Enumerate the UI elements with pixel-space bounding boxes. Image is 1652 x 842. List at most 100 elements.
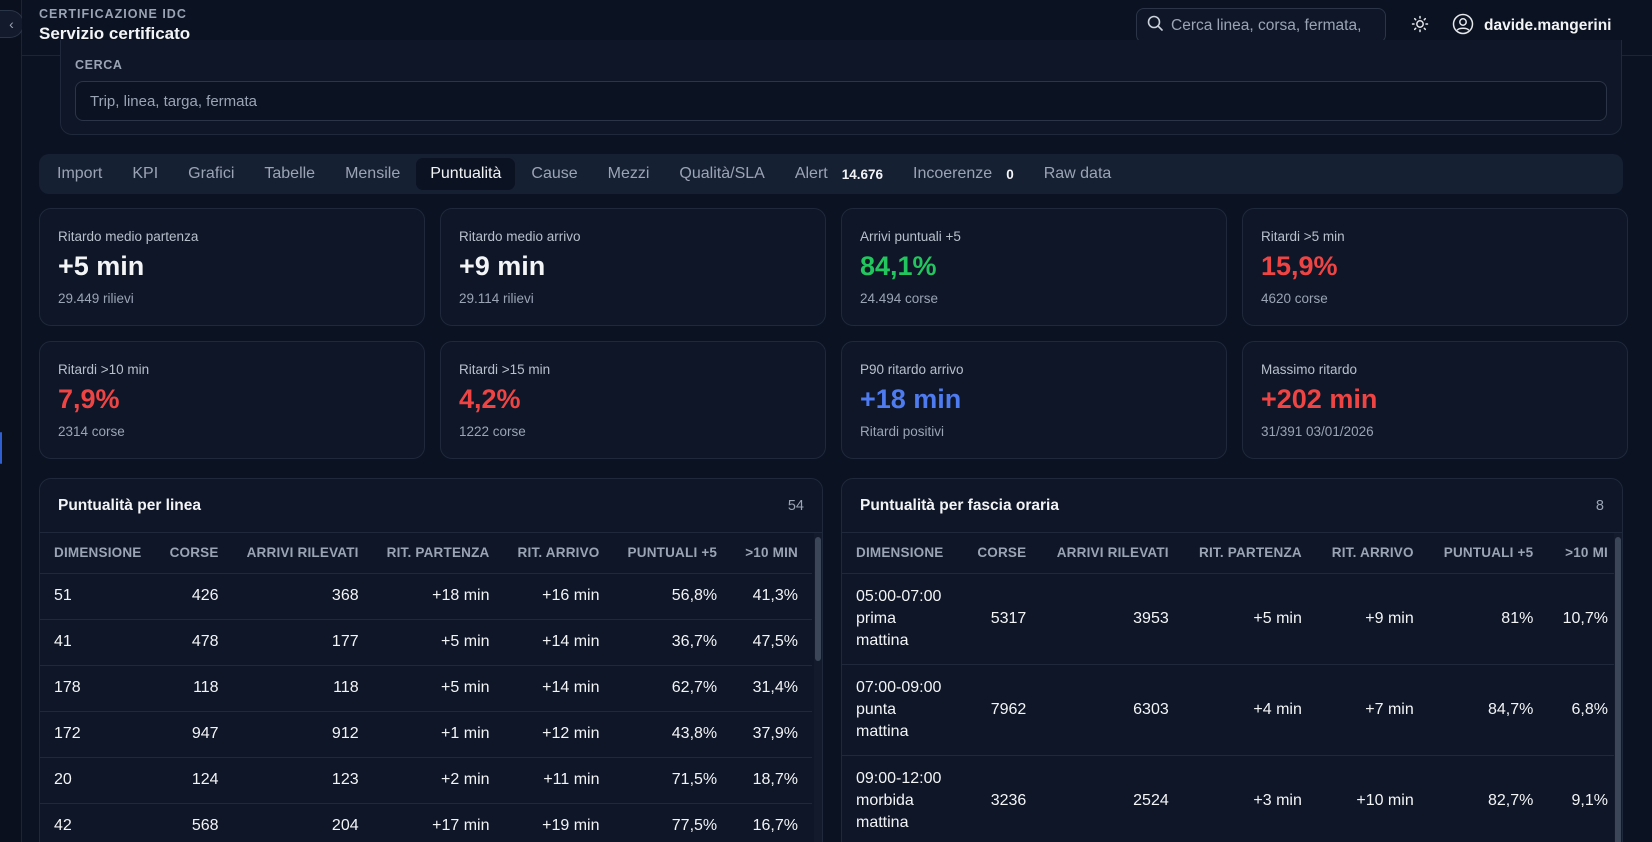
column-header[interactable]: RIT. ARRIVO	[503, 533, 614, 574]
theme-toggle-button[interactable]	[1406, 12, 1434, 40]
scrollbar-thumb[interactable]	[1615, 537, 1621, 842]
tab-cause[interactable]: Cause	[517, 158, 591, 190]
table-row[interactable]: 42 568 204 +17 min +19 min 77,5% 16,7%	[40, 803, 812, 842]
column-header[interactable]: ARRIVI RILEVATI	[232, 533, 373, 574]
search-input[interactable]	[90, 92, 1606, 110]
kpi-card: Ritardi >10 min 7,9% 2314 corse	[39, 341, 425, 459]
kpi-value: 7,9%	[58, 384, 120, 414]
table-cell: 42	[40, 803, 156, 842]
column-header[interactable]: RIT. ARRIVO	[1315, 533, 1428, 574]
tab-puntualit[interactable]: Puntualità	[416, 158, 516, 190]
sidebar-collapse-button[interactable]: ‹	[0, 10, 24, 38]
tab-count-badge: 0	[1006, 166, 1014, 182]
chevron-left-icon: ‹	[9, 16, 14, 32]
panel-header: Puntualità per linea 54	[40, 479, 822, 533]
brand-eyebrow: CERTIFICAZIONE IDC	[39, 7, 187, 21]
table-cell: +14 min	[503, 619, 614, 666]
column-header[interactable]: CORSE	[155, 533, 233, 574]
table-row[interactable]: 09:00-12:00 morbida mattina 3236 2524 +3 mi…	[842, 755, 1622, 842]
scrollbar-thumb[interactable]	[815, 537, 821, 661]
sidebar-rail: ‹	[0, 0, 24, 842]
table-row[interactable]: 172 947 912 +1 min +12 min 43,8% 37,9%	[40, 711, 812, 758]
column-header[interactable]: PUNTUALI +5	[1427, 533, 1548, 574]
column-header[interactable]: PUNTUALI +5	[613, 533, 732, 574]
table-cell: 77,5%	[613, 803, 732, 842]
sidebar-active-marker	[0, 432, 2, 464]
column-header[interactable]: ARRIVI RILEVATI	[1040, 533, 1183, 574]
table-cell: +2 min	[372, 757, 504, 804]
tab-raw-data[interactable]: Raw data	[1030, 158, 1126, 190]
column-header[interactable]: CORSE	[962, 533, 1041, 574]
table-row[interactable]: 07:00-09:00 punta mattina 7962 6303 +4 min +…	[842, 664, 1622, 756]
table-row[interactable]: 51 426 368 +18 min +16 min 56,8% 41,3%	[40, 573, 812, 620]
kpi-card: P90 ritardo arrivo +18 min Ritardi positiv…	[841, 341, 1227, 459]
table-cell: 41	[40, 619, 156, 666]
table-cell: 3236	[962, 755, 1041, 842]
table-cell: +1 min	[372, 711, 504, 758]
column-header[interactable]: >10 MIN	[731, 533, 812, 574]
tab-mensile[interactable]: Mensile	[331, 158, 414, 190]
tab-label: Qualità/SLA	[679, 165, 765, 182]
table-row[interactable]: 41 478 177 +5 min +14 min 36,7% 47,5%	[40, 619, 812, 666]
table-cell: 6,8%	[1547, 664, 1622, 756]
tab-label: KPI	[132, 165, 159, 182]
username: davide.mangerini	[1484, 17, 1612, 34]
kpi-card: Ritardo medio arrivo +9 min 29.114 rilievi	[440, 208, 826, 326]
scrollbar[interactable]	[814, 533, 822, 842]
table-cell: 09:00-12:00 morbida mattina	[842, 755, 962, 842]
tab-import[interactable]: Import	[43, 158, 116, 190]
tab-label: Mensile	[345, 165, 401, 182]
kpi-value: +9 min	[459, 251, 546, 281]
column-header[interactable]: >10 MI	[1547, 533, 1622, 574]
punctuality-by-hour-panel: Puntualità per fascia oraria 8 DIMENSION…	[841, 478, 1623, 842]
kpi-card: Arrivi puntuali +5 84,1% 24.494 corse	[841, 208, 1227, 326]
table-row[interactable]: 178 118 118 +5 min +14 min 62,7% 31,4%	[40, 665, 812, 712]
column-header[interactable]: DIMENSIONE	[40, 533, 156, 574]
table-cell: 51	[40, 573, 156, 620]
kpi-label: Ritardi >5 min	[1261, 229, 1345, 244]
tab-incoerenze[interactable]: Incoerenze 0	[899, 158, 1028, 190]
table-cell: 7962	[962, 664, 1041, 756]
search-panel: CERCA	[60, 40, 1622, 135]
column-header[interactable]: DIMENSIONE	[842, 533, 962, 574]
table-cell: +10 min	[1315, 755, 1428, 842]
tab-label: Alert	[794, 165, 828, 182]
tab-mezzi[interactable]: Mezzi	[594, 158, 664, 190]
table-cell: 118	[232, 665, 373, 712]
search-field[interactable]	[75, 81, 1607, 121]
row-count: 54	[787, 497, 804, 514]
tab-kpi[interactable]: KPI	[118, 158, 172, 190]
table-cell: +14 min	[503, 665, 614, 712]
table-cell: 16,7%	[731, 803, 812, 842]
table-header-row: DIMENSIONE CORSE ARRIVI RILEVATI RIT. PARTE…	[40, 533, 812, 574]
tab-qualit-sla[interactable]: Qualità/SLA	[665, 158, 778, 190]
punctuality-by-line-table: DIMENSIONE CORSE ARRIVI RILEVATI RIT. PARTE…	[40, 533, 812, 842]
table-cell: 41,3%	[731, 573, 812, 620]
table-cell: 177	[232, 619, 373, 666]
table-cell: 43,8%	[613, 711, 732, 758]
kpi-label: Ritardo medio arrivo	[459, 229, 581, 244]
user-avatar-icon	[1452, 13, 1474, 40]
tab-alert[interactable]: Alert 14.676	[781, 158, 897, 190]
table-cell: +5 min	[372, 665, 504, 712]
global-search[interactable]	[1136, 8, 1386, 43]
tab-label: Cause	[531, 165, 578, 182]
kpi-value: +202 min	[1261, 384, 1378, 414]
table-cell: 124	[155, 757, 233, 804]
table-row[interactable]: 05:00-07:00 prima mattina 5317 3953 +5 min +…	[842, 573, 1622, 665]
table-cell: +5 min	[372, 619, 504, 666]
table-cell: 10,7%	[1547, 573, 1622, 665]
scrollbar[interactable]	[1614, 533, 1622, 842]
table-cell: 20	[40, 757, 156, 804]
tab-label: Mezzi	[607, 165, 650, 182]
table-row[interactable]: 20 124 123 +2 min +11 min 71,5% 18,7%	[40, 757, 812, 804]
table-cell: 31,4%	[731, 665, 812, 712]
tab-tabelle[interactable]: Tabelle	[250, 158, 329, 190]
column-header[interactable]: RIT. PARTENZA	[1182, 533, 1316, 574]
column-header[interactable]: RIT. PARTENZA	[372, 533, 504, 574]
user-menu[interactable]: davide.mangerini	[1452, 12, 1611, 40]
global-search-input[interactable]	[1171, 16, 1381, 35]
table-cell: 947	[155, 711, 233, 758]
tab-grafici[interactable]: Grafici	[174, 158, 248, 190]
panel-title: Puntualità per fascia oraria	[860, 496, 1059, 514]
